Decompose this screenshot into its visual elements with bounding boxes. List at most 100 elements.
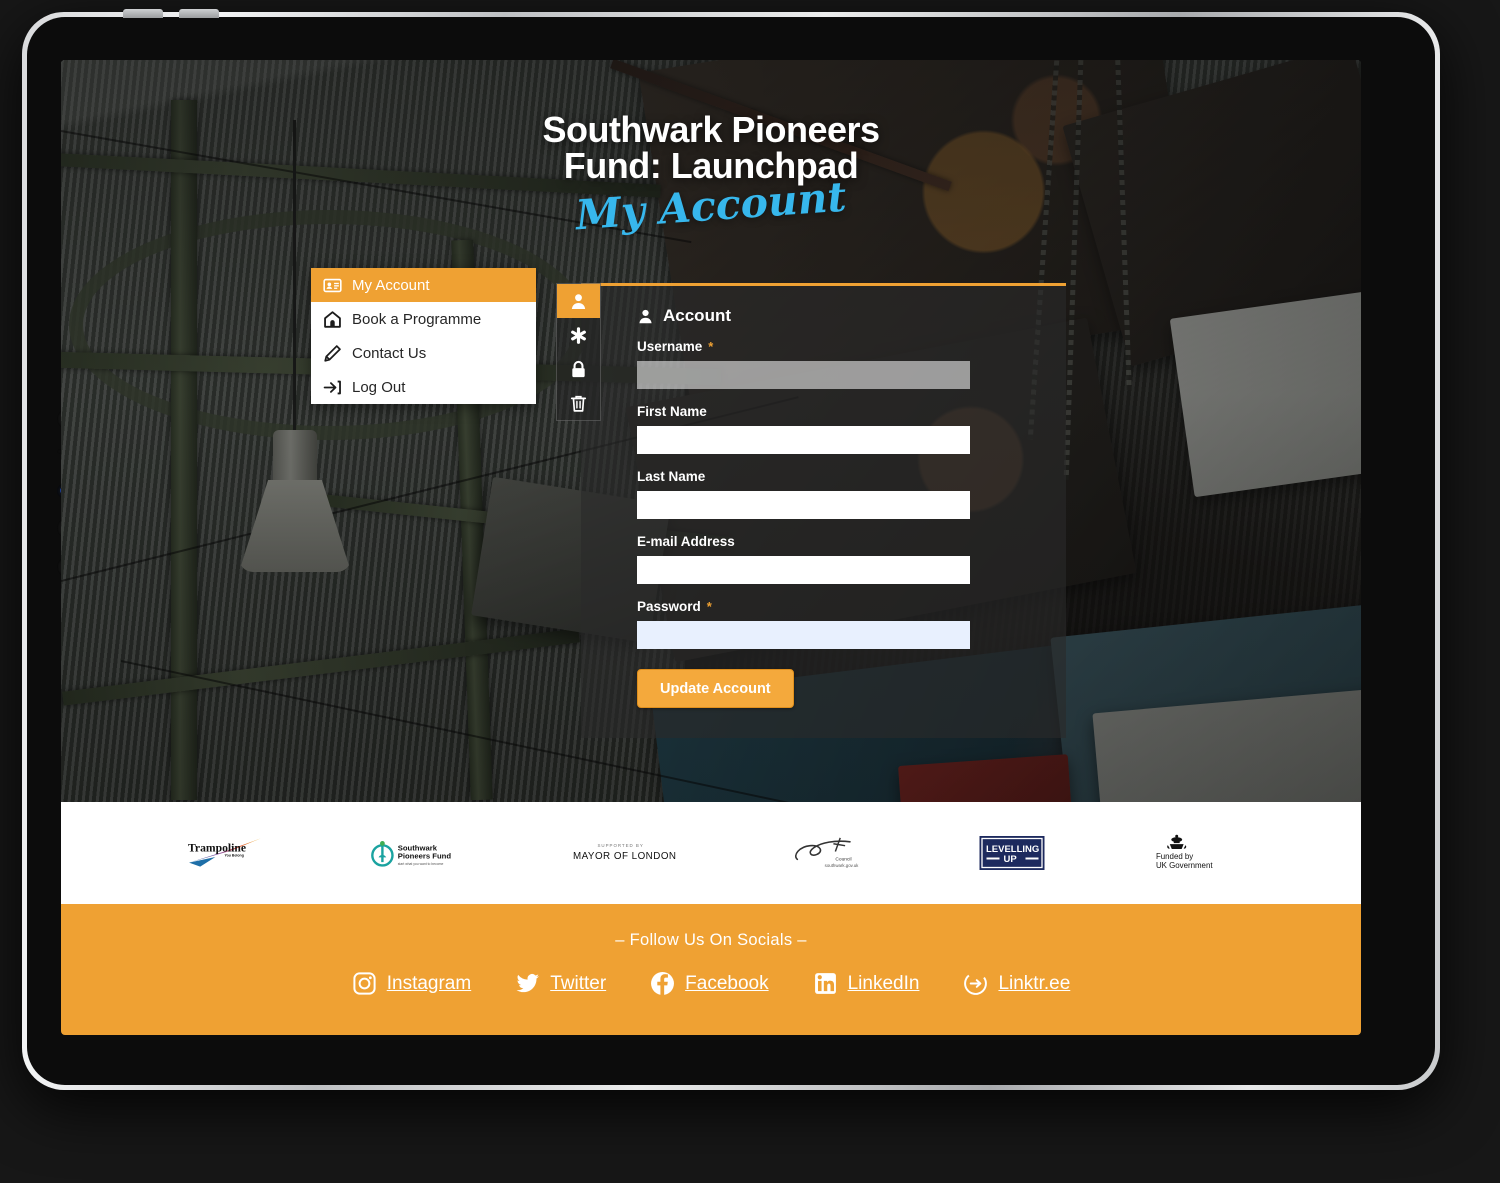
update-account-button[interactable]: Update Account [637, 669, 794, 708]
svg-text:Southwark: Southwark [398, 844, 438, 853]
asterisk-icon [571, 326, 586, 344]
svg-text:start what you want to become: start what you want to become [398, 862, 444, 866]
partner-logo-strip: Trampoline You Belong Southwark Pioneers… [61, 802, 1361, 904]
svg-text:UK Government: UK Government [1156, 861, 1213, 870]
label-text: Username [637, 339, 703, 354]
logo-uk-government[interactable]: Funded by UK Government [1153, 802, 1237, 904]
svg-text:Funded by: Funded by [1156, 852, 1193, 861]
svg-text:MAYOR OF LONDON: MAYOR OF LONDON [573, 851, 677, 862]
page-title-line-1: Southwark Pioneers [542, 109, 880, 150]
svg-text:Council: Council [835, 856, 851, 862]
id-card-icon [323, 278, 342, 292]
rail-button-delete[interactable] [557, 386, 600, 420]
required-marker: * [708, 339, 714, 354]
tablet-body: Southwark Pioneers Fund: Launchpad My Ac… [27, 9, 1435, 1085]
linkedin-icon [814, 973, 836, 994]
logo-southwark-pioneers-fund[interactable]: Southwark Pioneers Fund start what you w… [368, 802, 464, 904]
field-group-last-name: Last Name [637, 469, 1030, 519]
funded-by-uk-government-logo: Funded by UK Government [1156, 834, 1213, 870]
field-group-password: Password * [637, 599, 1030, 649]
facebook-icon [651, 972, 675, 995]
social-link-label: Facebook [685, 972, 769, 994]
social-link-label: Instagram [386, 972, 472, 994]
social-links-row: Instagram Twitter Facebook LinkedIn Link… [61, 971, 1361, 996]
social-link-twitter[interactable]: Twitter [515, 971, 606, 996]
mayor-of-london-logo: SUPPORTED BY MAYOR OF LONDON [573, 843, 677, 862]
svg-text:You Belong: You Belong [224, 854, 243, 858]
svg-text:SUPPORTED BY: SUPPORTED BY [598, 843, 644, 848]
social-link-facebook[interactable]: Facebook [650, 971, 769, 996]
volume-up-button[interactable] [123, 9, 163, 18]
account-form-heading: Account [637, 306, 1030, 326]
volume-down-button[interactable] [179, 9, 219, 18]
account-icon-rail [556, 283, 601, 421]
nav-item-book-a-programme[interactable]: Book a Programme [311, 302, 536, 336]
field-label-password: Password * [637, 599, 1030, 614]
trash-icon [570, 395, 587, 412]
lock-icon [572, 360, 585, 377]
southwark-council-logo: Council southwark.gov.uk [794, 837, 859, 868]
field-label-first-name: First Name [637, 404, 1030, 419]
levelling-up-logo: LEVELLING UP [979, 836, 1045, 870]
trampoline-logo: Trampoline You Belong [188, 838, 261, 867]
svg-text:Pioneers Fund: Pioneers Fund [398, 852, 452, 861]
nav-item-label: Contact Us [352, 344, 427, 362]
svg-text:southwark.gov.uk: southwark.gov.uk [824, 863, 859, 868]
home-icon [324, 310, 341, 328]
twitter-icon [516, 974, 540, 993]
social-link-instagram[interactable]: Instagram [352, 971, 471, 996]
field-group-first-name: First Name [637, 404, 1030, 454]
social-link-label: LinkedIn [847, 972, 920, 994]
person-icon [639, 309, 652, 323]
logo-southwark-council[interactable]: Council southwark.gov.uk [788, 802, 872, 904]
instagram-icon [353, 972, 376, 995]
field-label-username: Username * [637, 339, 1030, 354]
nav-item-label: My Account [352, 276, 430, 294]
logout-arrow-icon [323, 380, 341, 394]
label-text: Password [637, 599, 701, 614]
social-link-label: Twitter [550, 972, 607, 994]
social-footer: – Follow Us On Socials – Instagram Twitt… [61, 904, 1361, 1035]
field-group-username: Username * [637, 339, 1030, 389]
social-link-linktree[interactable]: Linktr.ee [963, 971, 1070, 996]
password-input[interactable] [637, 621, 970, 649]
account-heading-label: Account [663, 306, 731, 325]
email-input[interactable] [637, 556, 970, 584]
last-name-input[interactable] [637, 491, 970, 519]
linktree-icon [964, 972, 988, 995]
account-nav-menu: My Account Book a Programme Contact Us L… [311, 268, 536, 404]
svg-text:Trampoline: Trampoline [188, 841, 246, 854]
label-text: First Name [637, 404, 707, 419]
nav-item-label: Log Out [352, 378, 406, 396]
tablet-screen: Southwark Pioneers Fund: Launchpad My Ac… [61, 60, 1361, 1035]
account-form-panel: Account Username * First Name Last Name … [581, 283, 1066, 738]
rail-button-password[interactable] [557, 352, 600, 386]
field-group-email: E-mail Address [637, 534, 1030, 584]
southwark-pioneers-fund-logo: Southwark Pioneers Fund start what you w… [371, 841, 452, 867]
rail-button-profile[interactable] [557, 284, 600, 318]
username-input[interactable] [637, 361, 970, 389]
person-icon [571, 293, 586, 309]
social-link-linkedin[interactable]: LinkedIn [813, 971, 920, 996]
label-text: Last Name [637, 469, 706, 484]
logo-mayor-of-london[interactable]: SUPPORTED BY MAYOR OF LONDON [572, 802, 680, 904]
nav-item-log-out[interactable]: Log Out [311, 370, 536, 404]
field-label-email: E-mail Address [637, 534, 1030, 549]
label-text: E-mail Address [637, 534, 735, 549]
tablet-device-frame: Southwark Pioneers Fund: Launchpad My Ac… [22, 9, 1440, 1090]
logo-levelling-up[interactable]: LEVELLING UP [979, 802, 1045, 904]
field-label-last-name: Last Name [637, 469, 1030, 484]
nav-item-my-account[interactable]: My Account [311, 268, 536, 302]
social-footer-title: – Follow Us On Socials – [615, 931, 807, 949]
rail-button-preferences[interactable] [557, 318, 600, 352]
hero-title-block: Southwark Pioneers Fund: Launchpad My Ac… [61, 109, 1361, 240]
required-marker: * [706, 599, 712, 614]
social-link-label: Linktr.ee [998, 972, 1071, 994]
logo-trampoline[interactable]: Trampoline You Belong [185, 802, 261, 904]
first-name-input[interactable] [637, 426, 970, 454]
nav-item-contact-us[interactable]: Contact Us [311, 336, 536, 370]
nav-item-label: Book a Programme [352, 310, 482, 328]
svg-text:UP: UP [1004, 854, 1018, 865]
pencil-icon [324, 344, 341, 362]
svg-text:LEVELLING: LEVELLING [986, 844, 1039, 855]
